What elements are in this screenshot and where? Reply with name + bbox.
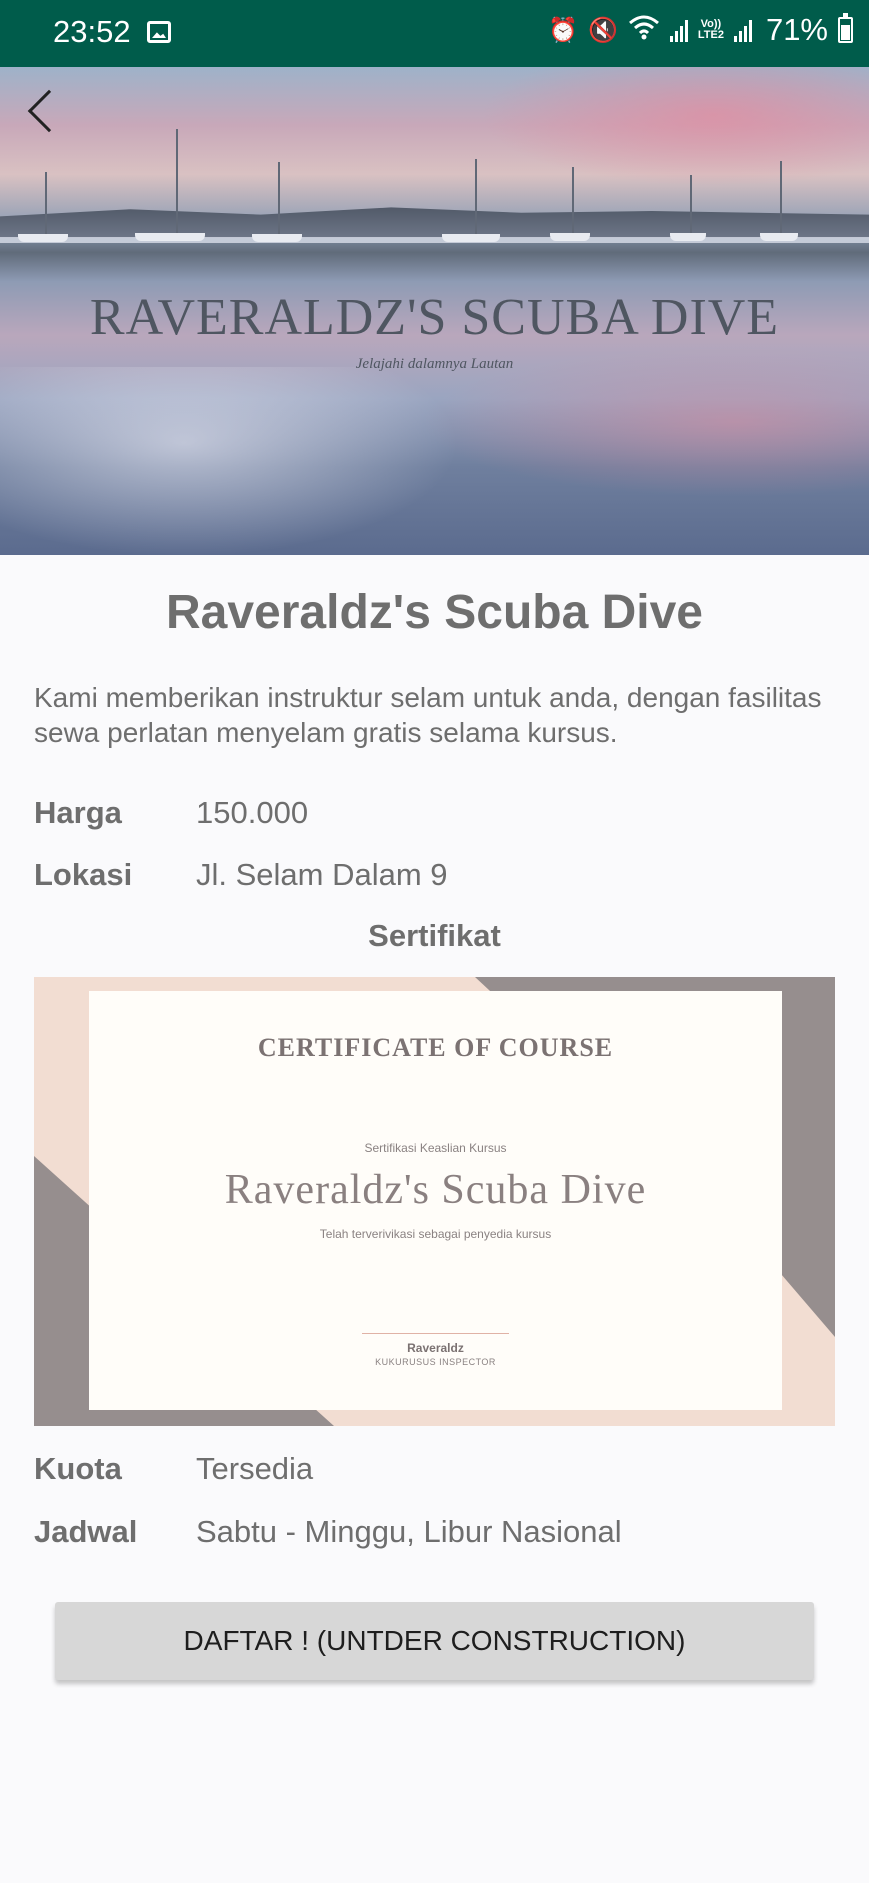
price-label: Harga <box>34 795 122 830</box>
battery-icon <box>838 13 853 43</box>
page-title: Raveraldz's Scuba Dive <box>166 586 703 639</box>
status-time: 23:52 <box>53 14 131 49</box>
certificate-image: CERTIFICATE OF COURSE Sertifikasi Keasli… <box>34 977 835 1426</box>
schedule-value: Sabtu - Minggu, Libur Nasional <box>196 1514 622 1549</box>
certificate-signer-role: KUKURUSUS INSPECTOR <box>375 1357 496 1367</box>
certificate-caption-bottom: Telah terverivikasi sebagai penyedia kur… <box>319 1227 552 1241</box>
certificate-caption-top: Sertifikasi Keaslian Kursus <box>364 1141 507 1155</box>
wifi-icon <box>628 14 660 47</box>
location-value: Jl. Selam Dalam 9 <box>196 857 448 892</box>
mute-icon: 🔇 <box>587 16 618 44</box>
alarm-icon: ⏰ <box>548 16 578 44</box>
signal-icon-2 <box>733 18 752 42</box>
certificate-section-title: Sertifikat <box>368 918 501 953</box>
certificate-name: Raveraldz's Scuba Dive <box>224 1167 647 1213</box>
hero-banner: RAVERALDZ'S SCUBA DIVE Jelajahi dalamnya… <box>0 67 869 555</box>
schedule-label: Jadwal <box>34 1514 138 1549</box>
shoreline <box>0 207 869 238</box>
certificate-paper: CERTIFICATE OF COURSE Sertifikasi Keasli… <box>89 991 782 1410</box>
battery-percent: 71% <box>765 12 828 47</box>
location-label: Lokasi <box>34 857 133 892</box>
price-value: 150.000 <box>196 795 309 830</box>
status-icons: ⏰ 🔇 Vo)) LTE2 71% <box>548 12 853 48</box>
description: Kami memberikan instruktur selam untuk a… <box>34 682 822 748</box>
quota-value: Tersedia <box>196 1451 314 1486</box>
signature-line <box>362 1333 509 1334</box>
certificate-heading: CERTIFICATE OF COURSE <box>257 1033 614 1062</box>
quota-label: Kuota <box>34 1451 122 1486</box>
back-button[interactable] <box>18 82 74 138</box>
network-label-bottom: LTE2 <box>697 29 724 41</box>
gallery-icon <box>147 21 171 43</box>
banner-subtitle: Jelajahi dalamnya Lautan <box>355 356 514 372</box>
register-button[interactable]: DAFTAR ! (UNTDER CONSTRUCTION) <box>55 1602 814 1680</box>
banner-title: RAVERALDZ'S SCUBA DIVE <box>89 289 780 346</box>
status-bar: 23:52 ⏰ 🔇 Vo)) LTE2 71% <box>0 0 869 67</box>
signal-icon <box>669 18 688 42</box>
certificate-signer: Raveraldz <box>407 1341 464 1355</box>
network-type: Vo)) LTE2 <box>698 19 724 41</box>
chevron-left-icon <box>27 89 71 133</box>
